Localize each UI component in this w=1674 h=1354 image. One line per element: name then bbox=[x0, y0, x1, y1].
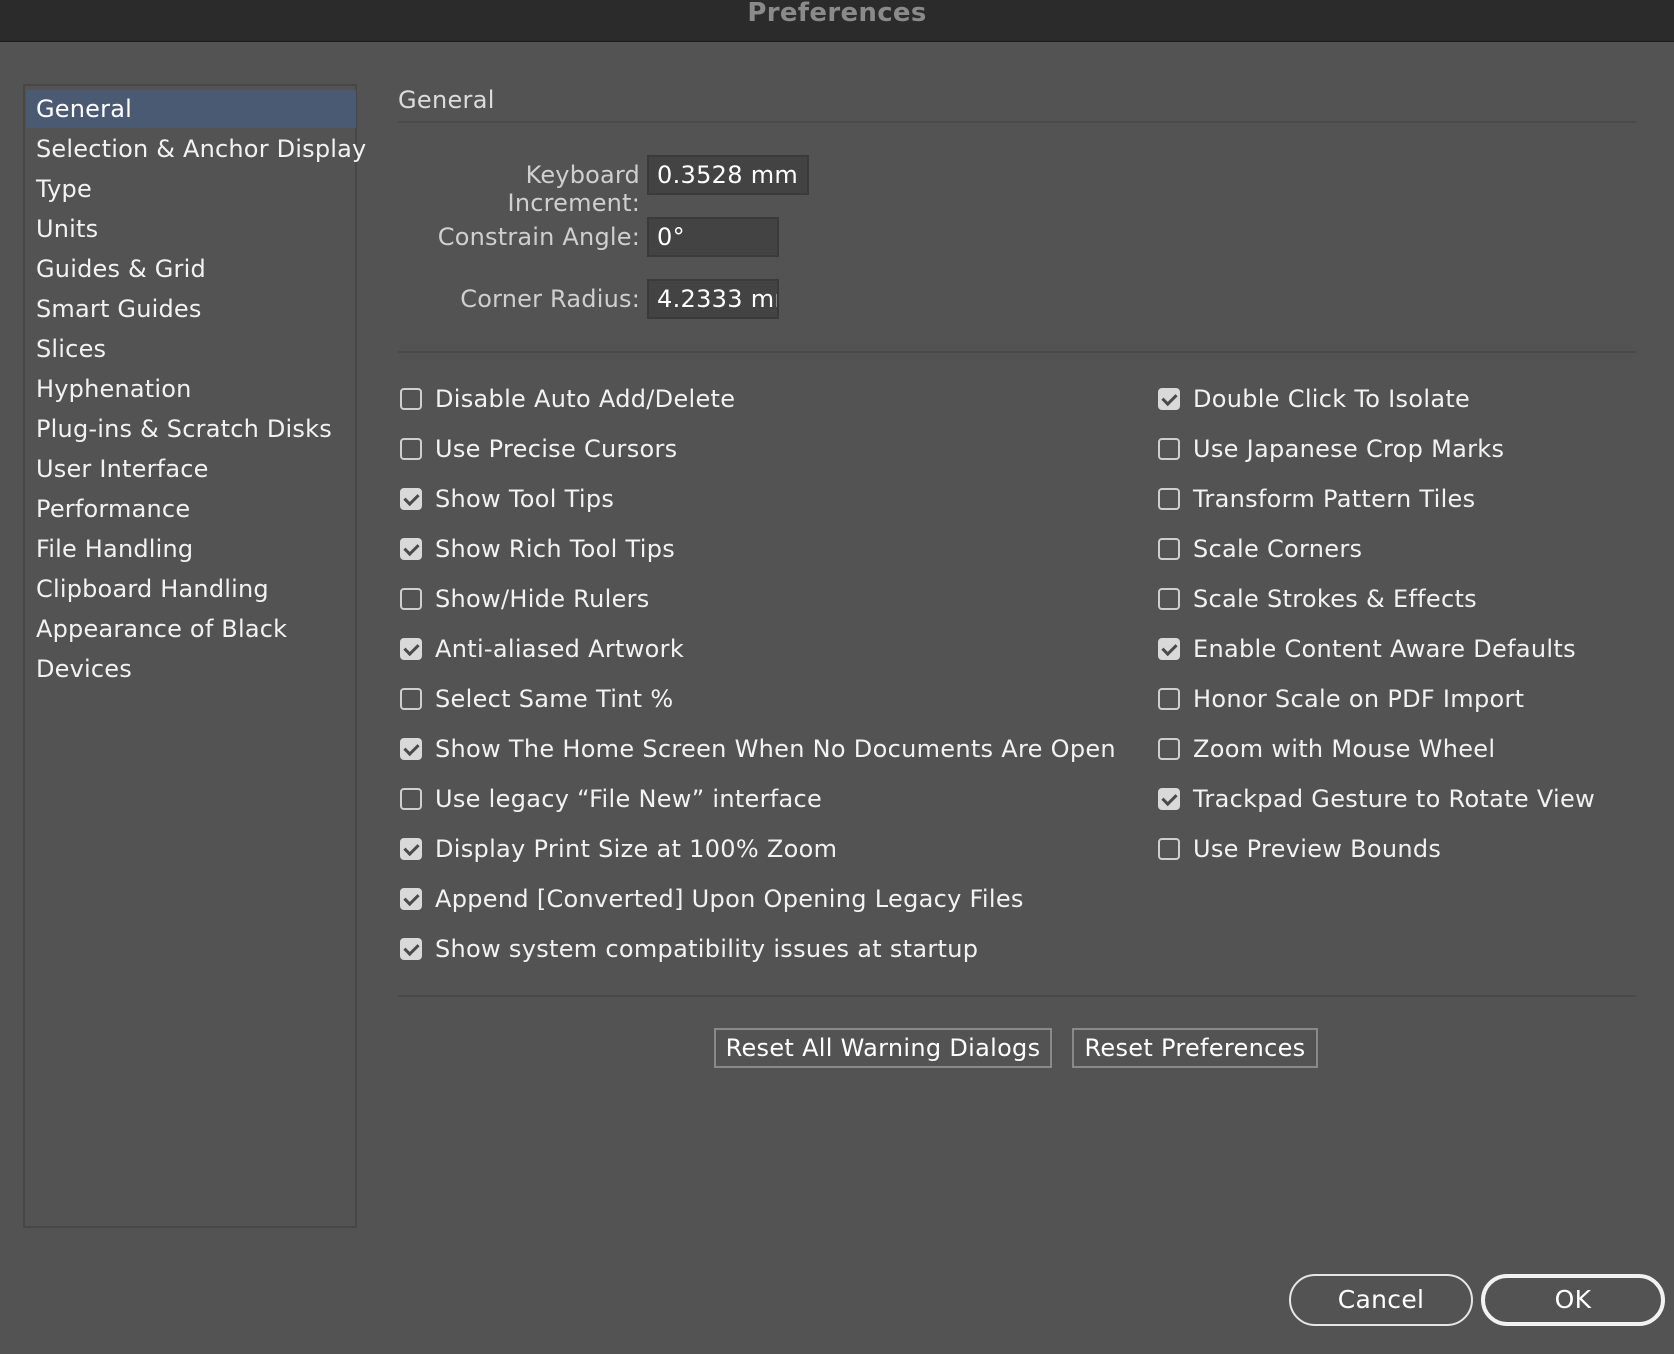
checkbox-unchecked-icon[interactable] bbox=[400, 588, 422, 610]
sidebar-item-hyphenation[interactable]: Hyphenation bbox=[26, 370, 356, 408]
option-use-precise-cursors[interactable]: Use Precise Cursors bbox=[400, 432, 677, 466]
option-double-click-to-isolate[interactable]: Double Click To Isolate bbox=[1158, 382, 1470, 416]
checkbox-checked-icon[interactable] bbox=[400, 488, 422, 510]
option-show-tool-tips[interactable]: Show Tool Tips bbox=[400, 482, 614, 516]
checkbox-unchecked-icon[interactable] bbox=[1158, 838, 1180, 860]
checkbox-unchecked-icon[interactable] bbox=[1158, 438, 1180, 460]
sidebar-item-smart-guides[interactable]: Smart Guides bbox=[26, 290, 356, 328]
checkbox-checked-icon[interactable] bbox=[400, 888, 422, 910]
option-label: Scale Corners bbox=[1193, 535, 1363, 563]
checkbox-unchecked-icon[interactable] bbox=[1158, 688, 1180, 710]
checkbox-checked-icon[interactable] bbox=[1158, 638, 1180, 660]
option-disable-auto-add-delete[interactable]: Disable Auto Add/Delete bbox=[400, 382, 735, 416]
option-select-same-tint[interactable]: Select Same Tint % bbox=[400, 682, 673, 716]
checkbox-checked-icon[interactable] bbox=[400, 538, 422, 560]
sidebar-item-type[interactable]: Type bbox=[26, 170, 356, 208]
header-divider bbox=[398, 121, 1636, 123]
option-show-rich-tool-tips[interactable]: Show Rich Tool Tips bbox=[400, 532, 675, 566]
options-divider bbox=[398, 995, 1636, 997]
window-title: Preferences bbox=[747, 0, 927, 28]
option-label: Use legacy “File New” interface bbox=[435, 785, 823, 813]
option-label: Show Tool Tips bbox=[435, 485, 615, 513]
option-label: Use Preview Bounds bbox=[1193, 835, 1442, 863]
checkbox-unchecked-icon[interactable] bbox=[1158, 738, 1180, 760]
reset-all-warning-dialogs-button[interactable]: Reset All Warning Dialogs bbox=[714, 1028, 1052, 1068]
checkbox-unchecked-icon[interactable] bbox=[400, 388, 422, 410]
checkbox-checked-icon[interactable] bbox=[400, 638, 422, 660]
sidebar-item-slices[interactable]: Slices bbox=[26, 330, 356, 368]
option-label: Zoom with Mouse Wheel bbox=[1193, 735, 1496, 763]
option-zoom-with-mouse-wheel[interactable]: Zoom with Mouse Wheel bbox=[1158, 732, 1495, 766]
sidebar-item-general[interactable]: General bbox=[26, 90, 356, 128]
sidebar-item-guides-grid[interactable]: Guides & Grid bbox=[26, 250, 356, 288]
checkbox-unchecked-icon[interactable] bbox=[400, 688, 422, 710]
sidebar-item-performance[interactable]: Performance bbox=[26, 490, 356, 528]
option-label: Scale Strokes & Effects bbox=[1193, 585, 1477, 613]
option-label: Enable Content Aware Defaults bbox=[1193, 635, 1576, 663]
preferences-sidebar: General Selection & Anchor Display Type … bbox=[23, 84, 366, 1228]
sidebar-item-devices[interactable]: Devices bbox=[26, 650, 356, 688]
option-use-japanese-crop-marks[interactable]: Use Japanese Crop Marks bbox=[1158, 432, 1504, 466]
keyboard-increment-label: Keyboard Increment: bbox=[507, 161, 640, 217]
option-display-print-size[interactable]: Display Print Size at 100% Zoom bbox=[400, 832, 837, 866]
checkbox-checked-icon[interactable] bbox=[1158, 788, 1180, 810]
panel-title: General bbox=[398, 86, 495, 114]
checkbox-unchecked-icon[interactable] bbox=[400, 788, 422, 810]
option-show-hide-rulers[interactable]: Show/Hide Rulers bbox=[400, 582, 650, 616]
checkbox-checked-icon[interactable] bbox=[1158, 388, 1180, 410]
option-label: Double Click To Isolate bbox=[1193, 385, 1471, 413]
option-label: Use Japanese Crop Marks bbox=[1193, 435, 1505, 463]
ok-button[interactable]: OK bbox=[1481, 1274, 1665, 1326]
option-label: Show system compatibility issues at star… bbox=[435, 935, 979, 963]
option-label: Use Precise Cursors bbox=[435, 435, 678, 463]
corner-radius-field[interactable]: 4.2333 mı bbox=[647, 279, 779, 319]
option-scale-strokes-effects[interactable]: Scale Strokes & Effects bbox=[1158, 582, 1477, 616]
option-label: Anti-aliased Artwork bbox=[435, 635, 685, 663]
option-label: Disable Auto Add/Delete bbox=[435, 385, 736, 413]
option-trackpad-gesture-rotate[interactable]: Trackpad Gesture to Rotate View bbox=[1158, 782, 1595, 816]
option-label: Show/Hide Rulers bbox=[435, 585, 650, 613]
checkbox-unchecked-icon[interactable] bbox=[400, 438, 422, 460]
option-label: Transform Pattern Tiles bbox=[1193, 485, 1476, 513]
checkbox-checked-icon[interactable] bbox=[400, 838, 422, 860]
option-use-legacy-file-new[interactable]: Use legacy “File New” interface bbox=[400, 782, 822, 816]
option-transform-pattern-tiles[interactable]: Transform Pattern Tiles bbox=[1158, 482, 1475, 516]
option-enable-content-aware-defaults[interactable]: Enable Content Aware Defaults bbox=[1158, 632, 1576, 666]
option-use-preview-bounds[interactable]: Use Preview Bounds bbox=[1158, 832, 1441, 866]
checkbox-unchecked-icon[interactable] bbox=[1158, 488, 1180, 510]
option-label: Trackpad Gesture to Rotate View bbox=[1193, 785, 1596, 813]
corner-radius-label: Corner Radius: bbox=[460, 285, 640, 313]
cancel-button[interactable]: Cancel bbox=[1289, 1274, 1473, 1326]
constrain-angle-label: Constrain Angle: bbox=[437, 223, 640, 251]
checkbox-unchecked-icon[interactable] bbox=[1158, 588, 1180, 610]
checkbox-unchecked-icon[interactable] bbox=[1158, 538, 1180, 560]
option-label: Append [Converted] Upon Opening Legacy F… bbox=[435, 885, 1024, 913]
sidebar-item-file-handling[interactable]: File Handling bbox=[26, 530, 356, 568]
keyboard-increment-field[interactable]: 0.3528 mm bbox=[647, 155, 809, 195]
sidebar-item-units[interactable]: Units bbox=[26, 210, 356, 248]
sidebar-item-appearance-of-black[interactable]: Appearance of Black bbox=[26, 610, 356, 648]
option-label: Select Same Tint % bbox=[435, 685, 674, 713]
option-label: Show Rich Tool Tips bbox=[435, 535, 676, 563]
option-show-home-screen[interactable]: Show The Home Screen When No Documents A… bbox=[400, 732, 1116, 766]
option-scale-corners[interactable]: Scale Corners bbox=[1158, 532, 1362, 566]
option-append-converted[interactable]: Append [Converted] Upon Opening Legacy F… bbox=[400, 882, 1024, 916]
checkbox-checked-icon[interactable] bbox=[400, 938, 422, 960]
title-bar: Preferences bbox=[0, 0, 1674, 42]
reset-preferences-button[interactable]: Reset Preferences bbox=[1072, 1028, 1318, 1068]
option-anti-aliased-artwork[interactable]: Anti-aliased Artwork bbox=[400, 632, 684, 666]
sidebar-item-selection-anchor-display[interactable]: Selection & Anchor Display bbox=[26, 130, 366, 168]
option-label: Show The Home Screen When No Documents A… bbox=[435, 735, 1116, 763]
sidebar-item-user-interface[interactable]: User Interface bbox=[26, 450, 356, 488]
constrain-angle-field[interactable]: 0° bbox=[647, 217, 779, 257]
option-show-system-compatibility[interactable]: Show system compatibility issues at star… bbox=[400, 932, 978, 966]
fields-divider bbox=[398, 351, 1636, 353]
sidebar-item-clipboard-handling[interactable]: Clipboard Handling bbox=[26, 570, 356, 608]
option-honor-scale-pdf-import[interactable]: Honor Scale on PDF Import bbox=[1158, 682, 1524, 716]
sidebar-item-plugins-scratch-disks[interactable]: Plug-ins & Scratch Disks bbox=[26, 410, 356, 448]
option-label: Honor Scale on PDF Import bbox=[1193, 685, 1525, 713]
checkbox-checked-icon[interactable] bbox=[400, 738, 422, 760]
option-label: Display Print Size at 100% Zoom bbox=[435, 835, 838, 863]
